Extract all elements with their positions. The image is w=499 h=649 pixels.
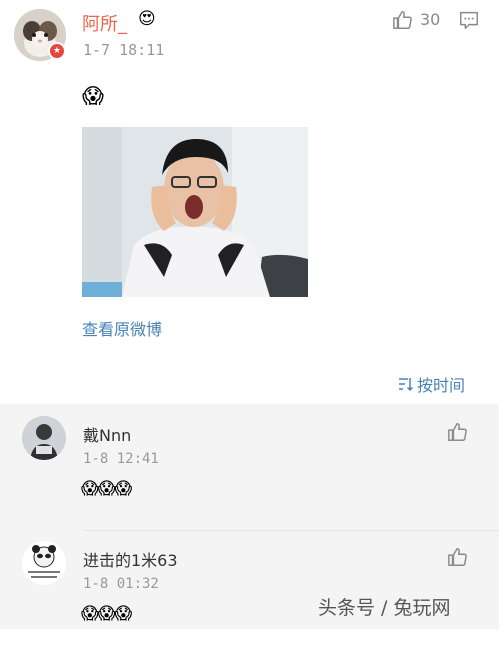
post-emoji: 😱 (82, 84, 104, 108)
commenter-name[interactable]: 进击的1米63 (83, 547, 178, 571)
author-name[interactable]: 阿所_ (82, 10, 127, 36)
comment-icon[interactable] (458, 9, 480, 31)
view-original-link[interactable]: 查看原微博 (82, 316, 162, 340)
comment-item: 戴Nnn 1-8 12:41 😱😱😱 (0, 404, 499, 531)
comment-item: 进击的1米63 1-8 01:32 😱😱😱 (0, 531, 499, 649)
post-card: ★ 阿所_ 😍 1-7 18:11 30 😱 查看原微博 按时间 (0, 0, 499, 404)
comment-emoji: 😱😱😱 (81, 604, 132, 624)
watermark: 头条号 / 兔玩网 (318, 597, 451, 619)
thumbs-up-icon[interactable] (392, 9, 414, 31)
commenter-avatar[interactable] (22, 541, 66, 585)
comment-time: 1-8 12:41 (83, 451, 159, 467)
comment-time: 1-8 01:32 (83, 576, 159, 592)
sort-label: 按时间 (417, 376, 466, 395)
like-count: 30 (420, 10, 441, 29)
crown-emoji: 😍 (138, 9, 156, 29)
thumbs-up-icon[interactable] (447, 421, 469, 443)
sort-icon (399, 378, 414, 392)
thumbs-up-icon[interactable] (447, 546, 469, 568)
post-time: 1-7 18:11 (83, 41, 165, 59)
post-image[interactable] (82, 127, 308, 297)
comment-emoji: 😱😱😱 (81, 479, 132, 499)
sort-by-time-button[interactable]: 按时间 (398, 372, 465, 396)
commenter-name[interactable]: 戴Nnn (83, 422, 131, 446)
verified-badge-icon: ★ (48, 42, 66, 60)
commenter-avatar[interactable] (22, 416, 66, 460)
